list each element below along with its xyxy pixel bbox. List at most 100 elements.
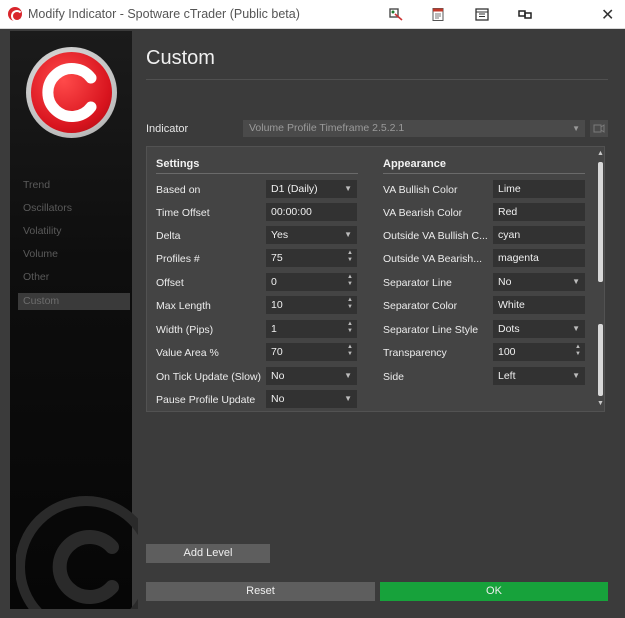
spinner-arrows-icon[interactable]: ▲ ▼ [347,297,353,311]
on-tick-update-dropdown[interactable]: No ▼ [266,367,357,385]
parameters-panel: Settings Appearance Based on D1 (Daily) ▼… [146,146,605,412]
separator-line-style-value: Dots [498,323,520,335]
separator-line-label: Separator Line [383,277,452,289]
scroll-up-icon[interactable]: ▲ [597,150,604,157]
outside-va-bearish-value: magenta [498,252,539,264]
indicator-label: Indicator [146,123,189,135]
layout-icon[interactable] [475,8,489,21]
spinner-arrows-icon[interactable]: ▲ ▼ [347,344,353,358]
reset-button[interactable]: Reset [146,582,375,601]
separator-color-label: Separator Color [383,300,458,312]
document-icon[interactable] [431,8,445,21]
max-length-label: Max Length [156,300,211,312]
window-title: Modify Indicator - Spotware cTrader (Pub… [28,7,300,21]
on-tick-update-label: On Tick Update (Slow) [156,371,262,383]
profiles-label: Profiles # [156,253,200,265]
chevron-down-icon: ▼ [572,371,580,380]
pause-profile-update-dropdown[interactable]: No ▼ [266,390,357,408]
outside-va-bullish-value: cyan [498,229,521,241]
sidebar-item-oscillators[interactable]: Oscillators [18,200,130,217]
modify-indicator-window: Modify Indicator - Spotware cTrader (Pub… [0,0,625,618]
spinner-arrows-icon[interactable]: ▲ ▼ [347,274,353,288]
scrollbar-thumb-upper[interactable] [598,162,603,282]
sidebar-item-other[interactable]: Other [18,269,130,286]
ok-button[interactable]: OK [380,582,608,601]
va-bullish-color-input[interactable]: Lime [493,180,585,198]
separator-line-style-label: Separator Line Style [383,324,479,336]
pause-profile-update-value: No [271,393,285,405]
chevron-down-icon: ▼ [344,394,352,403]
chevron-down-icon: ▼ [344,184,352,193]
offset-stepper[interactable]: 0 ▲ ▼ [266,273,357,291]
spinner-arrows-icon[interactable]: ▲ ▼ [575,344,581,358]
ctrader-watermark-logo [16,487,138,609]
pin-icon[interactable] [389,8,403,21]
outside-va-bullish-label: Outside VA Bullish C... [383,230,488,242]
spinner-arrows-icon[interactable]: ▲ ▼ [347,250,353,264]
add-level-button[interactable]: Add Level [146,544,270,563]
side-dropdown[interactable]: Left ▼ [493,367,585,385]
chevron-down-icon: ▼ [344,230,352,239]
close-icon[interactable]: ✕ [601,5,614,25]
transparency-stepper[interactable]: 100 ▲ ▼ [493,343,585,361]
time-offset-value: 00:00:00 [271,206,312,218]
value-area-value: 70 [271,346,283,358]
pause-profile-update-label: Pause Profile Update [156,394,256,406]
va-bearish-color-input[interactable]: Red [493,203,585,221]
main-content: Custom Indicator Volume Profile Timefram… [138,31,616,609]
settings-section-title: Settings [156,158,200,170]
outside-va-bullish-input[interactable]: cyan [493,226,585,244]
indicator-select[interactable]: Volume Profile Timeframe 2.5.2.1 ▼ [243,120,585,137]
delta-label: Delta [156,230,181,242]
transparency-value: 100 [498,346,516,358]
sidebar-item-trend[interactable]: Trend [18,177,130,194]
separator-line-style-dropdown[interactable]: Dots ▼ [493,320,585,338]
separator-line-dropdown[interactable]: No ▼ [493,273,585,291]
chevron-down-icon: ▼ [572,277,580,286]
time-offset-label: Time Offset [156,207,210,219]
value-area-stepper[interactable]: 70 ▲ ▼ [266,343,357,361]
width-pips-value: 1 [271,323,277,335]
max-length-stepper[interactable]: 10 ▲ ▼ [266,296,357,314]
outside-va-bearish-input[interactable]: magenta [493,249,585,267]
sidebar-item-volatility[interactable]: Volatility [18,223,130,240]
based-on-dropdown[interactable]: D1 (Daily) ▼ [266,180,357,198]
spinner-arrows-icon[interactable]: ▲ ▼ [347,321,353,335]
delta-dropdown[interactable]: Yes ▼ [266,226,357,244]
value-area-label: Value Area % [156,347,219,359]
offset-label: Offset [156,277,184,289]
side-label: Side [383,371,405,383]
sidebar: Trend Oscillators Volatility Volume Othe… [10,31,138,609]
width-pips-label: Width (Pips) [156,324,214,336]
va-bearish-color-label: VA Bearish Color [383,207,463,219]
side-value: Left [498,370,516,382]
settings-divider [156,173,358,174]
max-length-value: 10 [271,299,283,311]
profiles-stepper[interactable]: 75 ▲ ▼ [266,249,357,267]
time-offset-input[interactable]: 00:00:00 [266,203,357,221]
va-bearish-color-value: Red [498,206,518,218]
title-bar[interactable]: Modify Indicator - Spotware cTrader (Pub… [0,0,625,29]
on-tick-update-value: No [271,370,285,382]
sidebar-item-custom[interactable]: Custom [18,293,130,310]
profiles-value: 75 [271,252,283,264]
separator-color-value: White [498,299,525,311]
chevron-down-icon: ▼ [572,124,580,133]
ctrader-logo-icon [8,7,23,22]
sidebar-item-volume[interactable]: Volume [18,246,130,263]
separator-color-input[interactable]: White [493,296,585,314]
link-icon[interactable] [518,8,532,21]
indicator-info-button[interactable] [590,120,608,137]
indicator-select-value: Volume Profile Timeframe 2.5.2.1 [249,122,405,134]
width-pips-stepper[interactable]: 1 ▲ ▼ [266,320,357,338]
chevron-down-icon: ▼ [572,324,580,333]
scrollbar-thumb-lower[interactable] [598,324,603,396]
transparency-label: Transparency [383,347,447,359]
ctrader-brand-logo [26,47,117,138]
heading-divider [146,79,608,80]
delta-value: Yes [271,229,289,241]
panel-scrollbar[interactable]: ▲ ▼ [596,148,605,410]
scroll-down-icon[interactable]: ▼ [597,400,604,407]
appearance-section-title: Appearance [383,158,446,170]
page-title: Custom [146,47,215,69]
